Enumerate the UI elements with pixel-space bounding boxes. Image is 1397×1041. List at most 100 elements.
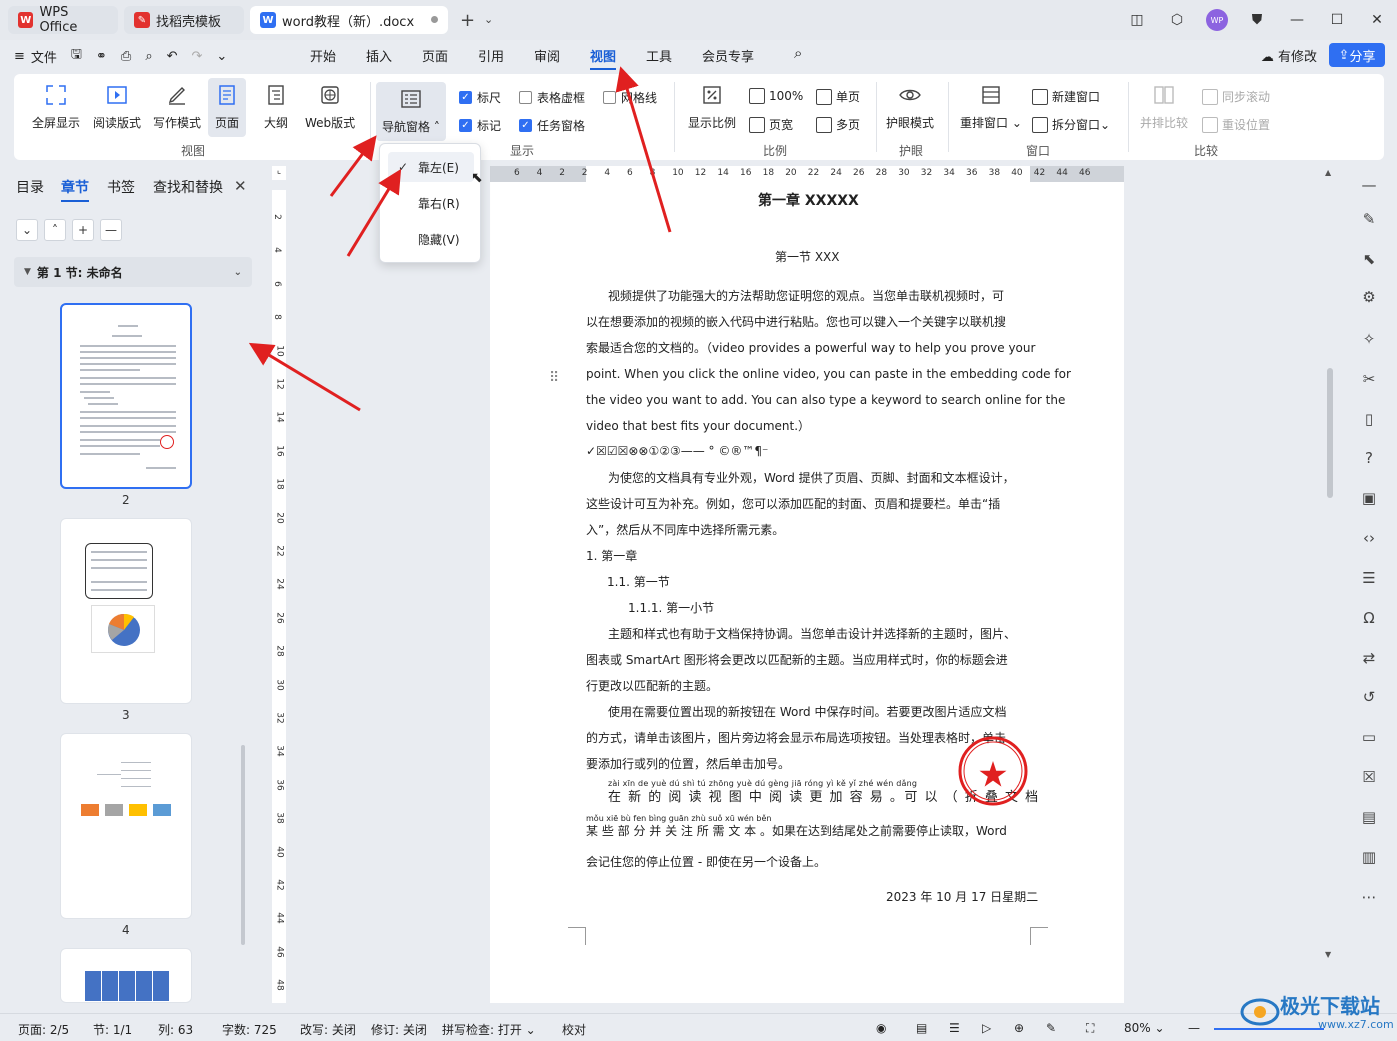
web-layout-button[interactable]: Web版式 — [305, 82, 355, 131]
nav-tab-find-replace[interactable]: 查找和替换 — [153, 177, 223, 197]
select-icon[interactable]: ⬉ — [1359, 249, 1379, 269]
page-thumbnail[interactable] — [60, 948, 192, 1003]
close-icon[interactable]: ✕ — [234, 177, 247, 195]
avatar-button[interactable]: WP — [1197, 0, 1237, 40]
scroll-up-icon[interactable]: ▲ — [1325, 168, 1331, 177]
outline-icon[interactable]: ☰ — [949, 1021, 960, 1035]
translate-icon[interactable]: ⇄ — [1359, 648, 1379, 668]
reset-position-button[interactable]: 重设位置 — [1202, 116, 1270, 133]
page-width-button[interactable]: 页宽 — [749, 116, 793, 133]
more-chevron-icon[interactable]: ⌄ — [216, 49, 227, 64]
scroll-down-icon[interactable]: ▼ — [1325, 950, 1331, 959]
print-icon[interactable]: ⎙ — [121, 49, 131, 64]
split-window-button[interactable]: 拆分窗口 ⌄ — [1032, 116, 1110, 133]
status-section[interactable]: 节: 1/1 — [93, 1021, 132, 1038]
zoom-out-icon[interactable]: — — [1188, 1021, 1200, 1035]
ruler-corner-icon[interactable]: ⌞ — [272, 166, 286, 180]
sync-scroll-button[interactable]: 同步滚动 — [1202, 88, 1270, 105]
edit-icon[interactable]: ✎ — [1359, 209, 1379, 229]
history-icon[interactable]: ↺ — [1359, 687, 1379, 707]
list-icon[interactable]: ☰ — [1359, 568, 1379, 588]
gridline-checkbox[interactable]: 网格线 — [603, 89, 657, 106]
maximize-icon[interactable]: ☐ — [1317, 0, 1357, 40]
menu-insert[interactable]: 插入 — [366, 46, 392, 65]
revise-button[interactable]: ☁ 有修改 — [1261, 46, 1317, 65]
page-thumbnail[interactable] — [60, 303, 192, 489]
play-icon[interactable]: ▷ — [982, 1021, 991, 1035]
chevron-down-icon[interactable]: ⌄ — [16, 219, 38, 241]
page-thumbnail[interactable] — [60, 518, 192, 704]
document-page[interactable]: 第一章 XXXXX 第一节 XXX 视频提供了功能强大的方法帮助您证明您的观点。… — [490, 182, 1124, 1003]
display-ratio-button[interactable]: 显示比例 — [688, 82, 736, 131]
ai-icon[interactable]: ✧ — [1359, 329, 1379, 349]
nav-pane-button[interactable]: 导航窗格 ˄ — [376, 82, 446, 141]
file-search-icon[interactable]: ▥ — [1359, 847, 1379, 867]
zoom-100-button[interactable]: 100% — [749, 88, 803, 104]
nav-tab-toc[interactable]: 目录 — [16, 177, 44, 197]
page-thumbnail[interactable] — [60, 733, 192, 919]
document-scrollbar[interactable] — [1327, 368, 1333, 498]
page-view-icon[interactable]: ▤ — [916, 1021, 927, 1035]
redo-icon[interactable]: ↷ — [192, 49, 203, 64]
lock-icon[interactable]: ▣ — [1359, 488, 1379, 508]
section-header[interactable]: ▼ 第 1 节: 未命名 ⌄ — [14, 257, 252, 287]
excel-icon[interactable]: ☒ — [1359, 767, 1379, 787]
tab-wps-office[interactable]: W WPS Office — [8, 5, 118, 35]
multi-page-button[interactable]: 多页 — [816, 116, 860, 133]
minimize-icon[interactable]: — — [1277, 0, 1317, 40]
add-icon[interactable]: + — [72, 219, 94, 241]
file-convert-icon[interactable]: ▤ — [1359, 807, 1379, 827]
share-button[interactable]: ⇪ 分享 — [1329, 43, 1385, 67]
folder-icon[interactable]: ▭ — [1359, 727, 1379, 747]
dock-left-option[interactable]: ✓ 靠左(E) — [388, 152, 474, 182]
eye-icon[interactable]: ◉ — [876, 1021, 886, 1035]
nav-scrollbar[interactable] — [241, 745, 245, 945]
nav-tab-chapter[interactable]: 章节 — [61, 177, 89, 202]
book-icon[interactable]: ▯ — [1359, 409, 1379, 429]
settings-sliders-icon[interactable]: ⚙ — [1359, 287, 1379, 307]
fullscreen-button[interactable]: 全屏显示 — [32, 82, 80, 131]
print-preview-icon[interactable]: ⌕ — [145, 49, 152, 64]
minimize-panel-icon[interactable]: — — [1359, 175, 1379, 195]
fit-icon[interactable]: ⛶ — [1086, 1021, 1094, 1036]
unsaved-dot-icon[interactable] — [431, 16, 438, 23]
page-view-button[interactable]: 页面 — [208, 78, 246, 137]
nav-tab-bookmark[interactable]: 书签 — [107, 177, 135, 197]
menu-tools[interactable]: 工具 — [646, 46, 672, 65]
menu-review[interactable]: 审阅 — [534, 46, 560, 65]
outline-button[interactable]: 大纲 — [263, 82, 289, 131]
status-revision[interactable]: 修订: 关闭 — [371, 1021, 427, 1038]
reading-mode-button[interactable]: 阅读版式 — [93, 82, 141, 131]
skin-icon[interactable]: ⛊ — [1237, 0, 1277, 40]
hide-option[interactable]: 隐藏(V) — [388, 224, 474, 254]
vertical-ruler[interactable]: 2 4 6 8 10 12 14 16 18 20 22 24 26 28 30 32 34 36 38 40 42 44… — [272, 190, 286, 1003]
undo-icon[interactable]: ↶ — [167, 49, 178, 64]
status-overtype[interactable]: 改写: 关闭 — [300, 1021, 356, 1038]
status-page[interactable]: 页面: 2/5 — [18, 1021, 69, 1038]
new-window-button[interactable]: 新建窗口 — [1032, 88, 1100, 105]
status-spellcheck[interactable]: 拼写检查: 打开 ⌄ — [442, 1021, 536, 1038]
zoom-level[interactable]: 80% ⌄ — [1124, 1021, 1165, 1035]
menu-reference[interactable]: 引用 — [478, 46, 504, 65]
drag-handle-icon[interactable]: ⠿ — [549, 370, 559, 386]
chevron-up-icon[interactable]: ˄ — [44, 219, 66, 241]
tools-icon[interactable]: ✂ — [1359, 369, 1379, 389]
dock-right-option[interactable]: 靠右(R) — [388, 188, 474, 218]
single-page-button[interactable]: 单页 — [816, 88, 860, 105]
menu-member[interactable]: 会员专享 — [702, 46, 754, 65]
menu-page[interactable]: 页面 — [422, 46, 448, 65]
layout-icon[interactable]: ◫ — [1117, 0, 1157, 40]
side-by-side-button[interactable]: 并排比较 — [1140, 82, 1188, 131]
writing-mode-button[interactable]: 写作模式 — [153, 82, 201, 131]
close-icon[interactable]: ✕ — [1357, 0, 1397, 40]
new-tab-icon[interactable]: + — [460, 10, 475, 31]
mark-checkbox[interactable]: ✓ 标记 — [459, 117, 501, 134]
save-icon[interactable]: 🖫 — [71, 45, 82, 67]
horizontal-ruler[interactable]: 6 4 2 2 4 6 8 10 12 14 16 18 20 22 24 26 28 30 32 34 36 38 40 4… — [490, 166, 1124, 182]
table-gridline-checkbox[interactable]: 表格虚框 — [519, 89, 585, 106]
file-menu[interactable]: ≡ 文件 — [14, 47, 57, 66]
tab-template[interactable]: ✎ 找稻壳模板 — [124, 6, 244, 34]
status-column[interactable]: 列: 63 — [158, 1021, 193, 1038]
status-wordcount[interactable]: 字数: 725 — [222, 1021, 277, 1038]
omega-icon[interactable]: Ω — [1359, 608, 1379, 628]
